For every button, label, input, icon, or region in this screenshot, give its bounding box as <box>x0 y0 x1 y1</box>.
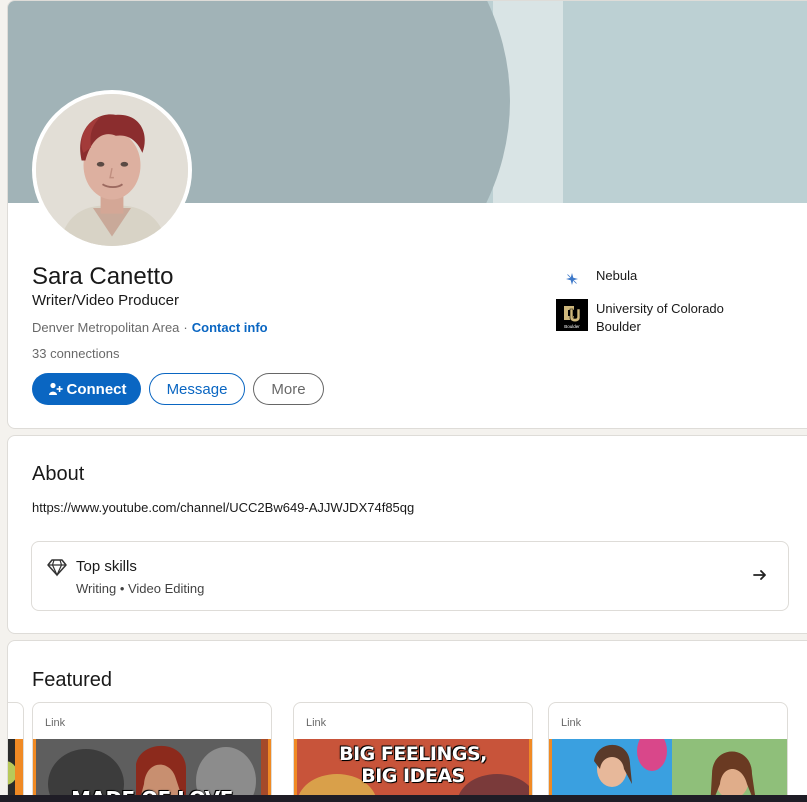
about-section: About https://www.youtube.com/channel/UC… <box>7 435 807 634</box>
taskbar-edge <box>0 795 807 802</box>
user-plus-icon <box>47 381 63 397</box>
featured-thumb-text-line-1: BIG FEELINGS, <box>339 743 487 765</box>
featured-item-label: Link <box>306 717 327 729</box>
avatar[interactable] <box>32 90 192 250</box>
featured-thumbnail <box>549 739 787 802</box>
profile-top-card: Sara Canetto Writer/Video Producer Denve… <box>7 0 807 429</box>
current-company[interactable]: Nebula <box>556 263 756 295</box>
featured-item-label: Link <box>45 717 66 729</box>
featured-thumbnail: BIG FEELINGS, BIG IDEAS <box>294 739 532 802</box>
company-name: Nebula <box>596 268 638 283</box>
top-skills-list: Writing • Video Editing <box>76 581 205 596</box>
top-skills-box[interactable]: Top skills Writing • Video Editing <box>31 541 789 611</box>
featured-item[interactable]: Link <box>548 702 788 802</box>
profile-location-row: Denver Metropolitan Area · Contact info <box>32 320 268 335</box>
arrow-right-icon[interactable] <box>752 567 768 583</box>
cu-logo-text: Boulder <box>564 324 580 329</box>
contact-info-link[interactable]: Contact info <box>192 320 268 335</box>
connect-button[interactable]: Connect <box>32 373 141 405</box>
message-button[interactable]: Message <box>149 373 245 405</box>
profile-photo <box>36 94 188 246</box>
education-school[interactable]: Boulder University of Colorado Boulder <box>556 299 756 336</box>
location-separator: · <box>183 320 188 335</box>
top-skills-title: Top skills <box>76 558 137 575</box>
featured-item[interactable]: Link MADE OF LOVE <box>32 702 272 802</box>
connections-count: 33 connections <box>32 346 120 361</box>
profile-name: Sara Canetto <box>32 263 174 290</box>
featured-thumb-text-line-2: BIG IDEAS <box>361 765 465 787</box>
about-text: https://www.youtube.com/channel/UCC2Bw64… <box>32 500 415 515</box>
featured-item-label: Link <box>561 717 582 729</box>
cu-boulder-logo-icon: Boulder <box>556 299 588 331</box>
nebula-logo-icon <box>556 263 588 295</box>
featured-item-partial[interactable] <box>8 702 24 802</box>
more-button[interactable]: More <box>253 373 324 405</box>
about-title: About <box>32 463 85 485</box>
diamond-icon <box>47 557 67 577</box>
featured-thumbnail: MADE OF LOVE <box>33 739 271 802</box>
school-name: University of Colorado Boulder <box>596 301 724 334</box>
location-text: Denver Metropolitan Area <box>32 320 180 335</box>
connect-label: Connect <box>66 380 127 398</box>
featured-section: Featured Link MADE OF LOVE Link <box>7 640 807 802</box>
featured-title: Featured <box>32 669 113 691</box>
featured-item[interactable]: Link BIG FEELINGS, BIG IDEAS <box>293 702 533 802</box>
profile-headline: Writer/Video Producer <box>32 292 180 309</box>
